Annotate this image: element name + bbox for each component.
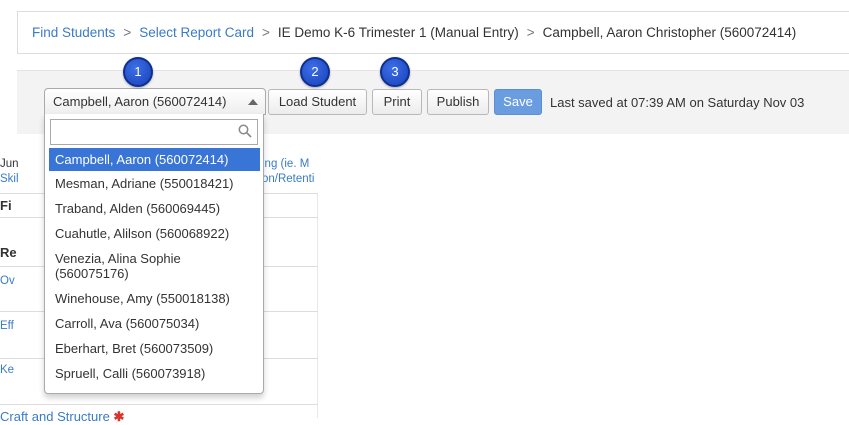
grid-header-fragment: Fi [0, 198, 12, 213]
info-text-fragment: Jun [0, 158, 19, 170]
breadcrumb-report-card: IE Demo K-6 Trimester 1 (Manual Entry) [277, 25, 519, 40]
last-saved-status: Last saved at 07:39 AM on Saturday Nov 0… [550, 95, 805, 110]
student-option-selected[interactable]: Campbell, Aaron (560072414) [49, 148, 260, 171]
divider [0, 404, 318, 405]
student-option[interactable]: Traband, Alden (560069445) [49, 196, 260, 221]
save-button[interactable]: Save [494, 89, 542, 115]
publish-button[interactable]: Publish [427, 89, 489, 115]
student-dropdown: Campbell, Aaron (560072414) Mesman, Adri… [44, 114, 264, 394]
breadcrumb-separator: > [526, 25, 535, 40]
breadcrumb-select-report-card[interactable]: Select Report Card [139, 25, 254, 40]
standard-link-fragment[interactable]: Ov [0, 275, 15, 287]
load-student-button[interactable]: Load Student [268, 89, 367, 115]
chevron-up-icon [248, 99, 258, 105]
skills-link-fragment[interactable]: Skil [0, 173, 19, 185]
breadcrumb-student: Campbell, Aaron Christopher (560072414) [542, 25, 797, 40]
breadcrumb-separator: > [262, 25, 270, 40]
retention-link-fragment[interactable]: on/Retenti [262, 173, 314, 185]
step-badge-2: 2 [300, 57, 330, 87]
breadcrumb: Find Students > Select Report Card > IE … [17, 11, 849, 54]
craft-structure-link[interactable]: Craft and Structure ✱ [0, 409, 124, 425]
search-icon [238, 124, 252, 138]
section-heading-fragment: Re [0, 245, 17, 260]
student-option[interactable]: Eberhart, Bret (560073509) [49, 336, 260, 361]
student-search-input[interactable] [55, 121, 235, 143]
student-select-value: Campbell, Aaron (560072414) [53, 94, 227, 109]
student-option[interactable]: Carroll, Ava (560075034) [49, 311, 260, 336]
student-option[interactable]: Spruell, Calli (560073918) [49, 361, 260, 386]
student-options: Campbell, Aaron (560072414) Mesman, Adri… [49, 148, 260, 386]
student-option[interactable]: Cuahutle, Alilson (560068922) [49, 221, 260, 246]
standard-link-fragment[interactable]: Eff [0, 320, 14, 332]
info-link-fragment[interactable]: ing (ie. M [262, 158, 309, 170]
step-badge-1: 1 [123, 57, 153, 87]
student-select[interactable]: Campbell, Aaron (560072414) [44, 88, 266, 115]
student-option[interactable]: Winehouse, Amy (550018138) [49, 286, 260, 311]
craft-structure-label: Craft and Structure [0, 409, 110, 424]
student-option[interactable]: Venezia, Alina Sophie (560075176) [49, 246, 260, 286]
breadcrumb-find-students[interactable]: Find Students [32, 25, 115, 40]
student-search [50, 119, 258, 145]
standard-link-fragment[interactable]: Ke [0, 364, 14, 376]
student-option[interactable]: Mesman, Adriane (550018421) [49, 171, 260, 196]
breadcrumb-separator: > [123, 25, 132, 40]
required-icon: ✱ [113, 409, 125, 424]
print-button[interactable]: Print [372, 89, 422, 115]
step-badge-3: 3 [380, 57, 410, 87]
